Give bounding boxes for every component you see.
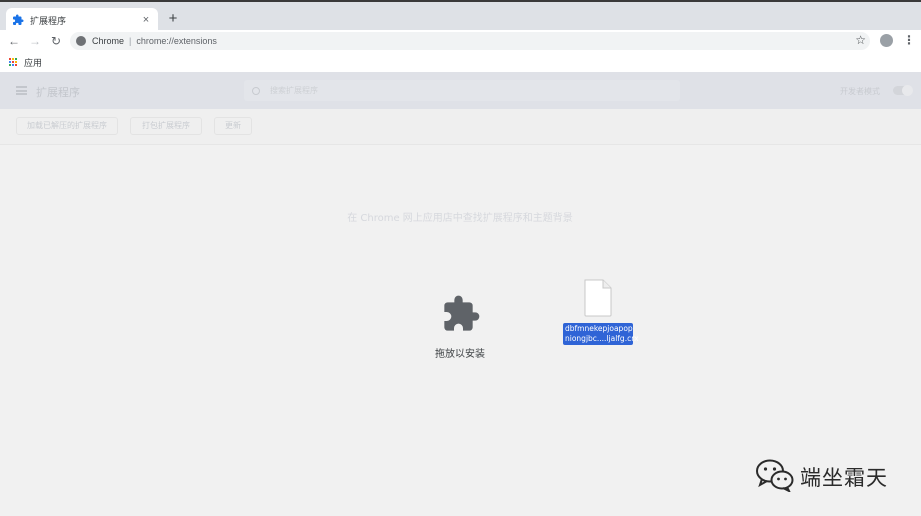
developer-mode-toggle[interactable] [893, 85, 913, 96]
puzzle-icon [13, 14, 24, 25]
wechat-logo-icon [756, 459, 794, 492]
address-separator: | [129, 36, 132, 46]
search-icon [252, 86, 260, 95]
chrome-site-icon [76, 36, 86, 46]
browser-menu-icon[interactable]: ⋮ [903, 33, 915, 47]
tab-title: 扩展程序 [30, 16, 67, 27]
bookmarks-bar: 应用 [0, 52, 921, 72]
toolbar: ← → ↻ Chrome | chrome://extensions ☆ [0, 30, 921, 52]
puzzle-icon [444, 295, 480, 331]
page-title: 扩展程序 [36, 86, 80, 99]
file-name-line-1: dbfmnekepjoapop [565, 324, 633, 333]
bookmark-apps-label[interactable]: 应用 [24, 56, 42, 69]
developer-mode-label: 开发者模式 [840, 87, 880, 96]
new-tab-button[interactable]: + [165, 11, 181, 27]
back-icon[interactable]: ← [7, 34, 21, 48]
hamburger-menu-icon[interactable] [16, 86, 27, 95]
apps-grid-icon[interactable] [9, 57, 18, 67]
watermark-text: 端坐霜天 [800, 466, 888, 490]
tab-close-icon[interactable]: × [140, 14, 152, 26]
search-input[interactable]: 搜索扩展程序 [244, 80, 680, 101]
file-name-line-2: niongjbc....ljalfg.crx [565, 334, 639, 343]
address-url: chrome://extensions [136, 36, 217, 46]
dragged-file-name[interactable]: dbfmnekepjoapop niongjbc....ljalfg.crx [563, 323, 639, 345]
tab-strip: 扩展程序 × + [0, 0, 921, 32]
pack-extension-button[interactable]: 打包扩展程序 [130, 117, 202, 135]
reload-icon[interactable]: ↻ [49, 34, 63, 48]
file-icon[interactable] [583, 279, 613, 317]
drop-to-install-label: 拖放以安装 [435, 349, 485, 360]
load-unpacked-button[interactable]: 加载已解压的扩展程序 [16, 117, 118, 135]
extensions-header: 扩展程序 搜索扩展程序 开发者模式 [0, 72, 921, 109]
search-placeholder: 搜索扩展程序 [270, 86, 318, 95]
bookmark-star-icon[interactable]: ☆ [855, 33, 866, 47]
webstore-link[interactable]: 在 Chrome 网上应用店中查找扩展程序和主题背景 [260, 209, 660, 224]
extensions-actions-bar: 加载已解压的扩展程序 打包扩展程序 更新 [0, 109, 921, 145]
profile-avatar-icon[interactable] [880, 34, 893, 47]
forward-icon[interactable]: → [28, 34, 42, 48]
address-origin: Chrome [92, 36, 125, 46]
update-button[interactable]: 更新 [214, 117, 252, 135]
tab-extensions[interactable]: 扩展程序 × [6, 8, 158, 32]
address-bar[interactable]: Chrome | chrome://extensions ☆ [70, 32, 870, 50]
